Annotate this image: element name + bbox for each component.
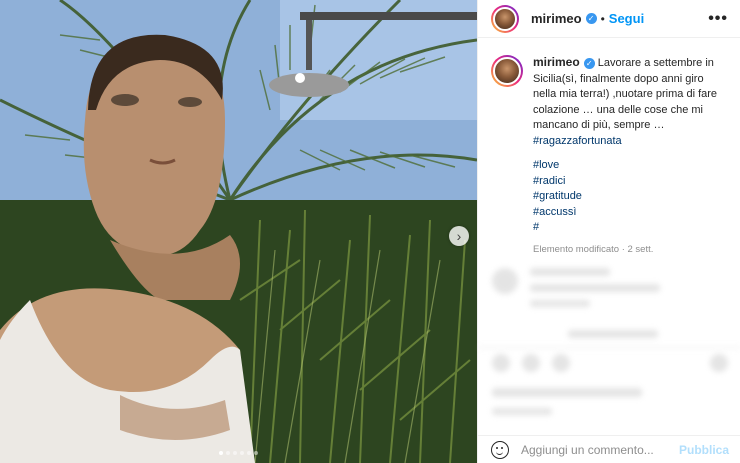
photo-illustration <box>0 0 477 463</box>
separator: • <box>600 11 605 26</box>
caption-text: mirimeo ✓ Lavorare a settembre in Sicilia… <box>533 55 728 257</box>
post-side-panel: mirimeo ✓ • Segui ••• mirimeo ✓ Lavorare … <box>477 0 740 463</box>
publish-button[interactable]: Pubblica <box>679 443 729 457</box>
caption: mirimeo ✓ Lavorare a settembre in Sicilia… <box>478 38 740 257</box>
follow-button[interactable]: Segui <box>609 11 644 26</box>
carousel-dot <box>233 451 237 455</box>
carousel-dot <box>226 451 230 455</box>
avatar[interactable] <box>491 4 519 33</box>
comment-bar: Pubblica <box>478 435 740 463</box>
hashtag-link[interactable]: #gratitude <box>533 189 728 205</box>
hashtag-link[interactable]: #love <box>533 158 728 174</box>
caption-username-link[interactable]: mirimeo <box>533 55 580 69</box>
carousel-dot <box>254 451 258 455</box>
blurred-comments <box>478 262 740 432</box>
username-link[interactable]: mirimeo <box>531 11 582 26</box>
hashtag-link[interactable]: #accussì <box>533 205 728 221</box>
post-meta: Elemento modificato · 2 sett. <box>533 243 654 255</box>
hashtag-link[interactable]: # <box>533 220 728 236</box>
caption-avatar[interactable] <box>491 55 523 87</box>
carousel-dot <box>219 451 223 455</box>
comment-input[interactable] <box>521 442 679 457</box>
post-header: mirimeo ✓ • Segui ••• <box>478 0 740 38</box>
emoji-icon[interactable] <box>491 440 509 459</box>
hashtag-link[interactable]: #ragazzafortunata <box>533 134 728 150</box>
chevron-right-icon: › <box>456 228 462 244</box>
verified-badge-icon: ✓ <box>585 13 597 24</box>
carousel-dot <box>247 451 251 455</box>
carousel-dot <box>240 451 244 455</box>
verified-badge-icon: ✓ <box>583 57 595 69</box>
more-icon[interactable]: ••• <box>708 10 728 28</box>
post-photo[interactable]: › <box>0 0 477 463</box>
next-photo-button[interactable]: › <box>449 226 469 246</box>
carousel-dots <box>0 442 477 460</box>
hashtag-link[interactable]: #radici <box>533 174 728 190</box>
